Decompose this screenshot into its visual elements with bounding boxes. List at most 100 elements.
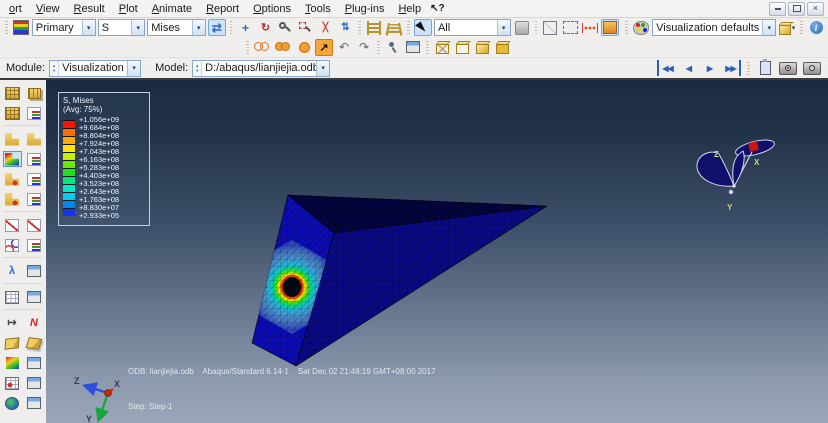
drag-select-rect-icon[interactable] [561, 19, 579, 36]
chevron-down-icon[interactable] [762, 20, 776, 35]
redo-icon[interactable]: ↷ [355, 39, 373, 56]
menu-report[interactable]: Report [199, 2, 246, 16]
frame-selector-icon[interactable] [3, 105, 22, 121]
plot-state-grid-icon[interactable] [3, 85, 22, 101]
primary-variable-combo[interactable]: Primary [31, 19, 96, 36]
first-frame-button[interactable]: ◀◀ [657, 60, 676, 76]
animate-capture-icon[interactable] [778, 60, 798, 77]
view-compass[interactable]: Z X Y [686, 136, 778, 224]
menu-result[interactable]: Result [67, 2, 112, 16]
plot-undeformed-icon[interactable] [3, 131, 22, 147]
color-code-palette-icon[interactable] [632, 19, 650, 36]
last-frame-button[interactable]: ▶▶ [722, 60, 741, 76]
render-shell-thickness-icon[interactable] [385, 19, 403, 36]
plot-deformed-icon[interactable] [25, 131, 44, 147]
minimize-button[interactable] [769, 1, 786, 16]
toolbar-grip[interactable] [747, 61, 750, 75]
toolbar-grip[interactable] [426, 40, 429, 54]
toolbar-grip[interactable] [229, 21, 233, 34]
ply-dialog-icon[interactable] [25, 375, 44, 391]
selection-filter-combo[interactable]: All [433, 19, 511, 36]
display-options-dialog-icon[interactable] [404, 39, 422, 56]
rotate-view-icon[interactable]: ↻ [256, 19, 274, 36]
spinner-icon[interactable] [193, 60, 203, 76]
color-mappings-combo[interactable]: Visualization defaults [652, 19, 777, 36]
path-icon[interactable]: ↦ [3, 315, 22, 331]
sync-viewports-icon[interactable]: ⇄ [207, 19, 226, 36]
cs-manager-dialog-icon[interactable] [25, 263, 44, 279]
query-info-icon[interactable]: i [807, 19, 825, 36]
plot-symbols-icon[interactable] [3, 171, 22, 187]
amplitude-curve-icon[interactable] [3, 237, 22, 253]
menu-help[interactable]: Help [391, 2, 428, 16]
module-combo[interactable]: Visualization [49, 59, 142, 77]
table-dialog-icon[interactable] [25, 289, 44, 305]
edit-selection-points-icon[interactable] [581, 19, 599, 36]
auto-fit-view-icon[interactable]: ╳ [316, 19, 334, 36]
filled-render-icon[interactable] [493, 39, 511, 56]
menu-options[interactable]: Options [246, 2, 298, 16]
query-tool-icon[interactable] [384, 39, 402, 56]
toolbar-grip[interactable] [358, 21, 362, 34]
material-orientations-icon[interactable] [3, 191, 22, 207]
chevron-down-icon[interactable] [496, 20, 510, 35]
plot-contours-icon[interactable] [2, 151, 22, 167]
toolbar-grip[interactable] [625, 21, 629, 34]
chevron-down-icon[interactable] [131, 20, 145, 35]
toolbar-grip[interactable] [246, 40, 249, 54]
hidden-line-render-icon[interactable] [453, 39, 471, 56]
chevron-down-icon[interactable] [316, 60, 330, 76]
chevron-down-icon[interactable] [81, 20, 95, 35]
render-beam-profiles-icon[interactable] [365, 19, 383, 36]
model-combo[interactable]: D:/abaqus/lianjiejia.odb [192, 59, 331, 77]
toolbar-grip[interactable] [534, 21, 538, 34]
chevron-down-icon[interactable] [191, 20, 205, 35]
replace-all-icon[interactable] [295, 39, 313, 56]
select-cursor-icon[interactable] [413, 19, 432, 39]
shaded-render-icon[interactable] [473, 39, 491, 56]
symbol-options-icon[interactable] [25, 171, 44, 187]
menu-ort[interactable]: ort [2, 2, 29, 16]
orientation-options-icon[interactable] [25, 191, 44, 207]
selection-group-icon[interactable] [513, 19, 531, 36]
box-zoom-icon[interactable] [296, 19, 314, 36]
menu-plugins[interactable]: Plug-ins [338, 2, 392, 16]
wireframe-box-select-icon[interactable] [541, 19, 559, 36]
invariant-combo[interactable]: Mises [147, 19, 206, 36]
restore-button[interactable] [788, 1, 805, 16]
render-style-menu-icon[interactable] [778, 19, 796, 36]
compass-fin-small[interactable] [732, 150, 745, 188]
views-toolbox-icon[interactable] [601, 19, 620, 36]
field-report-icon[interactable] [3, 395, 22, 411]
xy-options-icon[interactable] [25, 237, 44, 253]
viewport-canvas[interactable]: S, Mises (Avg: 75%) +1.056e+09 +9.684e+08… [46, 80, 828, 423]
menu-plot[interactable]: Plot [112, 2, 145, 16]
context-help-icon[interactable]: ↖? [430, 3, 445, 14]
next-frame-button[interactable]: ▶ [701, 60, 718, 76]
view-cut-icon[interactable] [25, 335, 44, 351]
toolbar-grip[interactable] [407, 21, 410, 34]
probe-values-icon[interactable]: ↗ [315, 38, 333, 56]
field-output-list-icon[interactable] [25, 105, 44, 121]
tile-viewports-icon[interactable] [25, 85, 44, 101]
cycle-views-icon[interactable]: ⇅ [336, 19, 354, 36]
contour-options-icon[interactable] [25, 151, 44, 167]
wireframe-render-icon[interactable] [433, 39, 451, 56]
chevron-down-icon[interactable] [127, 60, 141, 76]
spinner-icon[interactable] [50, 60, 60, 76]
menu-animate[interactable]: Animate [145, 2, 199, 16]
boolean-display-group-icon[interactable] [274, 39, 293, 56]
toolbar-grip[interactable] [377, 40, 380, 54]
xy-data-manager-icon[interactable] [3, 217, 22, 233]
coordinate-system-icon[interactable]: λ [3, 263, 22, 279]
animation-dialog-icon[interactable] [25, 355, 44, 371]
attach-notes-icon[interactable] [756, 59, 774, 77]
toolbar-grip[interactable] [5, 21, 8, 34]
path-plot-icon[interactable]: N [25, 315, 44, 331]
close-button[interactable]: × [807, 1, 824, 16]
snapshot-icon[interactable] [802, 60, 822, 77]
undo-icon[interactable]: ↶ [335, 39, 353, 56]
report-dialog-icon[interactable] [25, 395, 44, 411]
previous-frame-button[interactable]: ◀ [680, 60, 697, 76]
xy-plot-icon[interactable] [25, 217, 44, 233]
